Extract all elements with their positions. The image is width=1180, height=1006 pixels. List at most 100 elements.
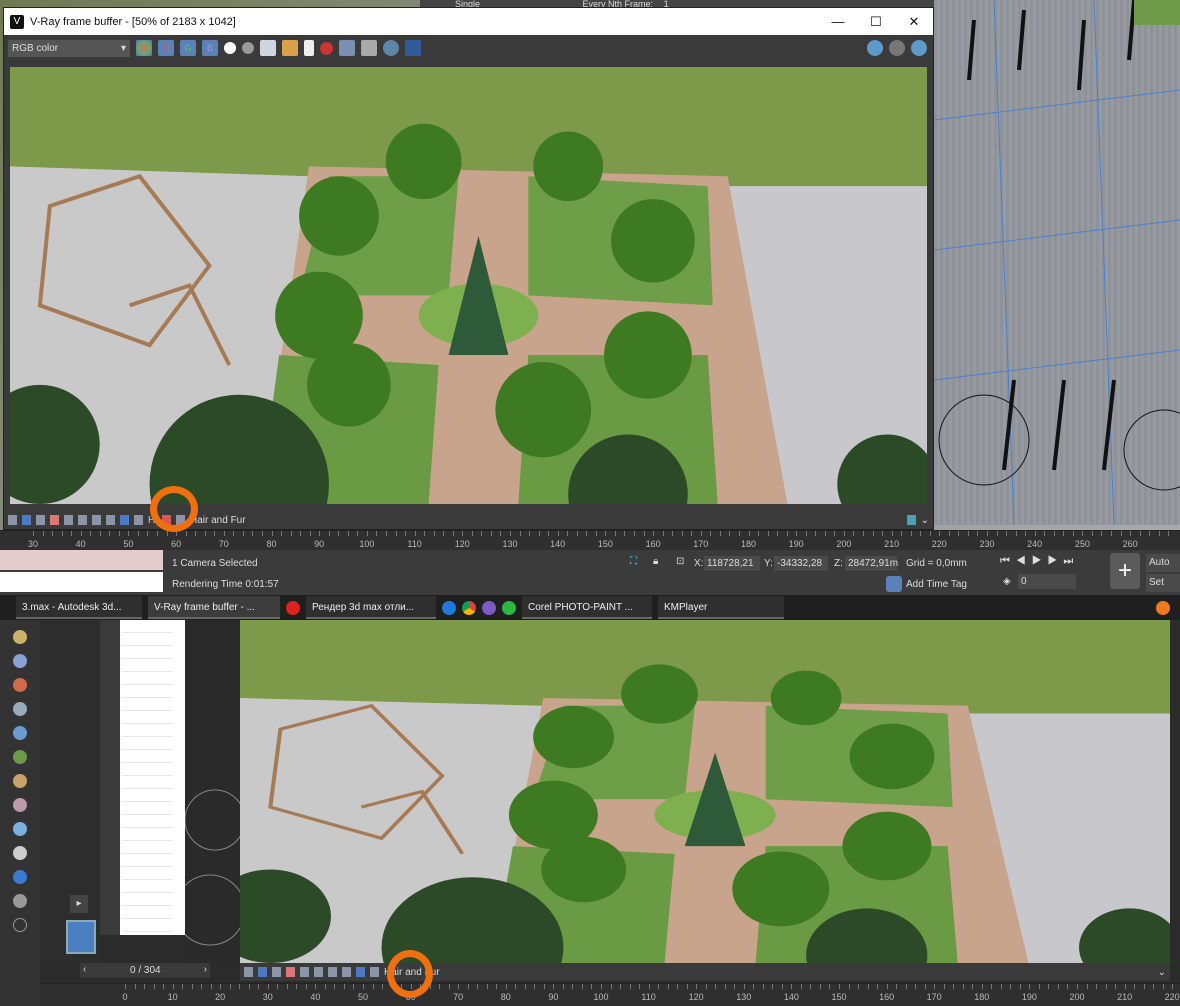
light-icon[interactable] [13, 870, 27, 884]
edge-icon[interactable] [442, 600, 456, 615]
particles-icon[interactable] [13, 654, 27, 668]
play-side-button[interactable]: ▸ [70, 895, 88, 913]
info-icon[interactable] [36, 515, 45, 525]
curves-icon[interactable] [92, 515, 101, 525]
maxscript-listener[interactable] [0, 550, 163, 570]
clear-clipboard-icon[interactable] [304, 40, 314, 56]
gear-object-icon[interactable] [13, 726, 27, 740]
curves-icon-2[interactable] [314, 967, 323, 977]
mono-icon[interactable] [242, 42, 254, 54]
proxy-icon[interactable] [13, 846, 27, 860]
vray-sphere-icon[interactable] [13, 822, 27, 836]
y-coordinate-field[interactable]: -34332,28 [774, 556, 828, 571]
maximize-button[interactable]: ☐ [857, 8, 895, 35]
vfb-title-bar[interactable]: V V-Ray frame buffer - [50% of 2183 x 10… [4, 8, 933, 35]
history-icon[interactable] [8, 515, 17, 525]
red-channel-button[interactable]: R [158, 40, 174, 56]
stop-render-icon[interactable] [889, 40, 905, 56]
time-tag-icon[interactable] [886, 576, 902, 592]
expand-chevron-icon[interactable]: ⌄ [921, 515, 929, 526]
ocio-icon[interactable] [134, 515, 143, 525]
ocio-icon-2[interactable] [356, 967, 365, 977]
help-icon[interactable] [13, 918, 27, 932]
taskbar-vfb[interactable]: V-Ray frame buffer - ... [148, 596, 280, 619]
render-teapot-icon[interactable] [383, 40, 399, 56]
taskbar-3dsmax[interactable]: 3.max - Autodesk 3d... [16, 596, 142, 619]
color-correction-icon[interactable] [50, 515, 59, 525]
tick-mark [1096, 984, 1098, 989]
key-mode-icon[interactable]: ◈ [1003, 576, 1011, 587]
color-correction-icon-2[interactable] [286, 967, 295, 977]
prev-frame-button[interactable]: ‹ [83, 964, 86, 975]
levels-icon[interactable] [64, 515, 73, 525]
timeline-ruler[interactable]: 30 40 50 60 70 80 90 100 110 120 130 140 150 160 170 18… [0, 530, 1180, 550]
save-icon[interactable] [260, 40, 276, 56]
load-folder-icon[interactable] [282, 40, 298, 56]
current-frame-field[interactable]: 0 [1018, 574, 1076, 589]
region-render-icon[interactable] [361, 40, 377, 56]
lens-effects-icon-2[interactable] [258, 967, 267, 977]
exposure-icon[interactable] [106, 515, 115, 525]
channel-select[interactable]: RGB color [8, 39, 130, 57]
auto-key-button[interactable]: Auto Key [1146, 554, 1180, 586]
compound-icon[interactable] [13, 678, 27, 692]
viber-icon[interactable] [482, 600, 496, 615]
chrome-icon[interactable] [462, 600, 476, 615]
stamp-icon-2[interactable] [370, 967, 379, 977]
stereo-icon[interactable] [405, 40, 421, 56]
blue-channel-button[interactable]: B [202, 40, 218, 56]
lut-icon[interactable] [120, 515, 129, 525]
taskbar-browser-tab[interactable]: Рендер 3d max отли... [306, 596, 436, 619]
grass-icon[interactable] [13, 750, 27, 764]
color-channels-icon[interactable] [136, 40, 152, 56]
bottom-viewport-wireframe[interactable] [174, 620, 246, 963]
track-mouse-icon[interactable] [339, 40, 355, 56]
absolute-mode-icon[interactable]: ⊡ [676, 556, 684, 567]
levels-icon-2[interactable] [300, 967, 309, 977]
bottom-rendered-image[interactable] [240, 620, 1170, 963]
green-channel-button[interactable]: G [180, 40, 196, 56]
tick-mark [758, 531, 760, 536]
lens-effects-icon[interactable] [22, 515, 31, 525]
clear-image-icon[interactable] [320, 41, 333, 55]
scene-explorer-rows[interactable] [122, 620, 172, 935]
layers-icon[interactable] [13, 894, 27, 908]
z-coordinate-field[interactable]: 28472,91m [845, 556, 898, 571]
bottom-timeline-ruler[interactable]: 0 10 20 30 40 50 60 70 80 90 100 110 120 130 140 150 160… [40, 983, 1180, 1006]
interactive-render-icon[interactable] [867, 40, 883, 56]
whatsapp-icon[interactable] [502, 600, 516, 615]
create-key-button[interactable]: + [1110, 553, 1140, 589]
mesh-icon[interactable] [13, 702, 27, 716]
playback-controls[interactable]: ⏮◀▶▶⏭ [1000, 555, 1079, 568]
tray-icon[interactable] [1156, 600, 1170, 615]
maxscript-input[interactable] [0, 572, 163, 592]
rendered-image[interactable] [10, 67, 927, 504]
time-slider[interactable]: ‹ 0 / 304 › [80, 963, 210, 978]
scatter-icon[interactable] [13, 798, 27, 812]
render-icon[interactable] [911, 40, 927, 56]
set-key-button[interactable]: Set Key [1146, 574, 1180, 606]
info-icon-2[interactable] [272, 967, 281, 977]
alpha-white-icon[interactable] [224, 42, 236, 54]
sphere-icon[interactable] [13, 630, 27, 644]
add-time-tag[interactable]: Add Time Tag [906, 579, 967, 590]
taskbar-corel[interactable]: Corel PHOTO-PAINT ... [522, 596, 652, 619]
hair-fur-icon[interactable] [13, 774, 27, 788]
next-frame-button[interactable]: › [204, 964, 207, 975]
right-viewport-wireframe[interactable] [934, 0, 1180, 525]
x-coordinate-field[interactable]: 118728,21 [704, 556, 760, 571]
lut-icon-2[interactable] [342, 967, 351, 977]
lock-icon[interactable]: 🔒︎ [653, 556, 658, 567]
minimize-button[interactable]: — [819, 8, 857, 35]
viewport-thumb[interactable] [66, 920, 96, 954]
taskbar-kmplayer[interactable]: KMPlayer [658, 596, 784, 619]
expand-chevron-icon-2[interactable]: ⌄ [1158, 967, 1166, 978]
isolate-icon[interactable]: ⛶ [630, 556, 637, 567]
opera-icon[interactable] [286, 600, 300, 615]
scene-explorer[interactable] [100, 620, 185, 935]
history-icon-2[interactable] [244, 967, 253, 977]
close-button[interactable]: ✕ [895, 8, 933, 35]
exposure-icon-2[interactable] [328, 967, 337, 977]
panel-toggle-icon[interactable] [906, 515, 916, 525]
hsl-icon[interactable] [78, 515, 87, 525]
